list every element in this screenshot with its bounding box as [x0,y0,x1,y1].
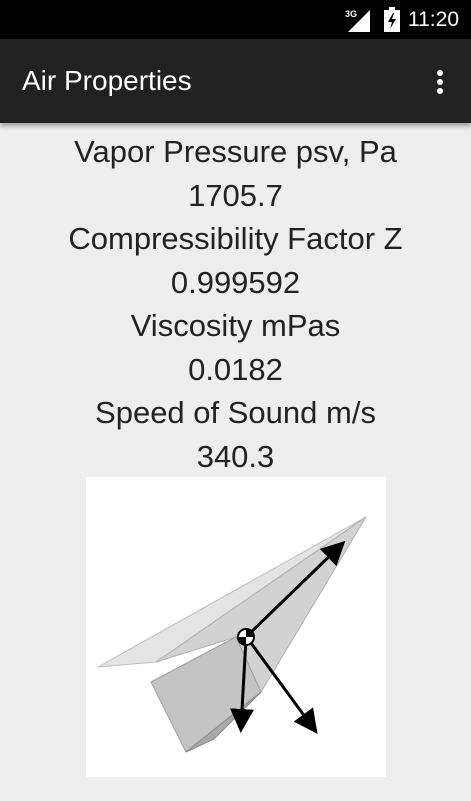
paper-airplane-illustration [97,516,367,753]
overflow-dot [437,79,443,85]
compressibility-value: 0.999592 [170,264,301,300]
network-type-label: 3G [345,9,357,19]
more-vert-icon[interactable] [422,61,458,101]
status-clock: 11:20 [408,8,459,31]
viscosity-label: Viscosity mPas [130,308,341,343]
speed-of-sound-label: Speed of Sound m/s [95,395,376,430]
viscosity-value: 0.0182 [188,351,283,387]
paper-airplane-forces-icon [86,477,386,777]
app-title: Air Properties [22,65,192,96]
properties-list: Vapor Pressure psv, Pa 1705.7 Compressib… [0,130,471,478]
vapor-pressure-label: Vapor Pressure psv, Pa [74,134,397,169]
app-bar: Air Properties [0,39,471,123]
overflow-dot [437,88,443,94]
compressibility-label: Compressibility Factor Z [68,221,403,256]
vapor-pressure-value: 1705.7 [188,177,283,213]
overflow-dot [437,70,443,76]
signal-strength-icon: 3G [345,9,370,32]
speed-of-sound-value: 340.3 [196,438,275,474]
status-bar: 3G 11:20 [0,0,471,39]
battery-charging-icon [384,7,400,32]
